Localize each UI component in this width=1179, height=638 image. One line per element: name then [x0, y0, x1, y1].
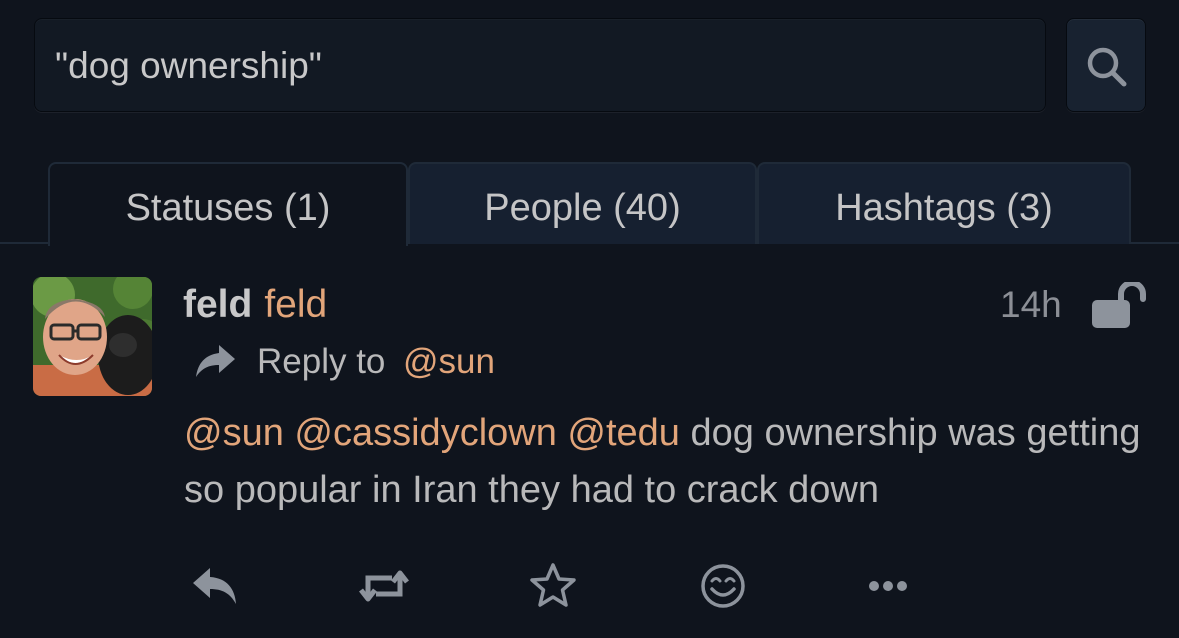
search-icon [1087, 47, 1127, 87]
reply-button[interactable] [190, 562, 242, 610]
avatar[interactable] [33, 277, 152, 396]
display-name[interactable]: feld [183, 283, 252, 326]
reply-to-label: Reply to [257, 342, 386, 381]
emoji-react-button[interactable] [697, 562, 749, 610]
favorite-button[interactable] [527, 562, 579, 610]
tab-statuses[interactable]: Statuses (1) [48, 162, 408, 246]
search-button[interactable] [1066, 18, 1146, 112]
reply-to-mention[interactable]: @sun [403, 342, 495, 382]
tab-people[interactable]: People (40) [408, 162, 757, 244]
emoji-react-icon [701, 564, 745, 608]
status-content: @sun @cassidyclown @tedu dog ownership w… [184, 405, 1144, 519]
mention-link[interactable]: @tedu [567, 412, 680, 454]
search-input[interactable]: "dog ownership" [34, 18, 1046, 112]
mention-link[interactable]: @cassidyclown [294, 412, 556, 454]
avatar-image [33, 277, 152, 396]
more-icon [869, 581, 907, 591]
search-page: "dog ownership" Statuses (1) People (40)… [0, 0, 1179, 638]
search-query[interactable]: "dog ownership" [55, 46, 322, 86]
unlock-icon [1092, 282, 1146, 328]
status-timestamp[interactable]: 14h [1000, 284, 1062, 326]
tab-hashtags-label: Hashtags (3) [835, 187, 1053, 229]
tab-hashtags[interactable]: Hashtags (3) [757, 162, 1131, 244]
account-name[interactable]: feld [264, 283, 327, 326]
reply-icon [193, 568, 236, 604]
tab-people-label: People (40) [484, 187, 681, 229]
status-author: feld feld [183, 283, 327, 327]
star-icon [530, 563, 576, 607]
tab-statuses-label: Statuses (1) [125, 187, 331, 229]
repeat-icon [359, 570, 409, 602]
repeat-button[interactable] [358, 562, 410, 610]
more-button[interactable] [862, 562, 914, 610]
mention-link[interactable]: @sun [184, 412, 284, 454]
reply-arrow-icon [196, 345, 235, 377]
